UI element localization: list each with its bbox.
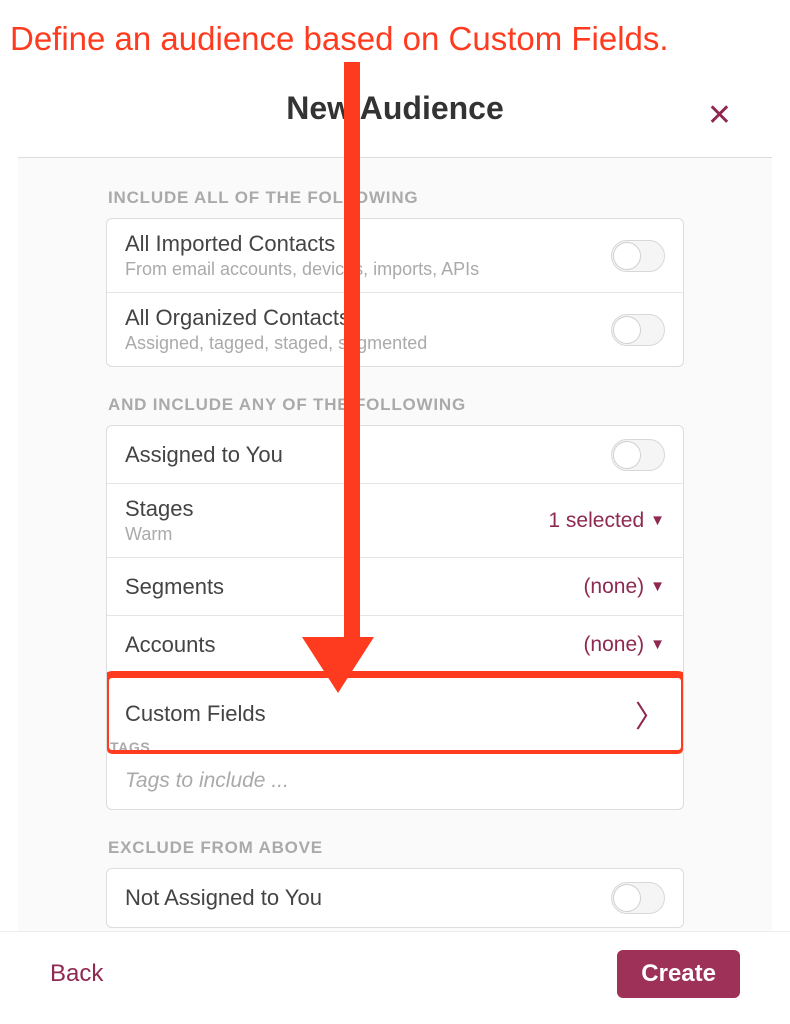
row-title: Not Assigned to You (125, 885, 611, 911)
create-button[interactable]: Create (617, 950, 740, 998)
include-all-group: All Imported Contacts From email account… (106, 218, 684, 367)
row-title: Accounts (125, 632, 583, 658)
toggle-all-imported[interactable] (611, 240, 665, 272)
row-text: Segments (125, 574, 583, 600)
section-label-include-all: Include all of the Following (106, 188, 684, 208)
dropdown-triangle-icon: ▼ (650, 512, 665, 529)
row-assigned-to-you[interactable]: Assigned to You (107, 426, 683, 484)
row-title: Assigned to You (125, 442, 611, 468)
segments-value-text: (none) (583, 575, 644, 599)
row-subtitle: From email accounts, devices, imports, A… (125, 259, 611, 280)
row-custom-fields[interactable]: Custom Fields 〉 (109, 678, 681, 750)
tags-placeholder: Tags to include ... (125, 769, 289, 792)
row-text: Assigned to You (125, 442, 611, 468)
toggle-all-organized[interactable] (611, 314, 665, 346)
dropdown-triangle-icon: ▼ (650, 636, 665, 653)
toggle-assigned[interactable] (611, 439, 665, 471)
row-accounts[interactable]: Accounts (none) ▼ (107, 616, 683, 674)
accounts-value-text: (none) (583, 633, 644, 657)
row-text: All Imported Contacts From email account… (125, 231, 611, 280)
page-title: New Audience (30, 90, 760, 127)
section-label-exclude: Exclude From Above (106, 838, 684, 858)
row-not-assigned[interactable]: Not Assigned to You (107, 869, 683, 927)
row-text: Stages Warm (125, 496, 548, 545)
row-subtitle: Assigned, tagged, staged, segmented (125, 333, 611, 354)
exclude-group: Not Assigned to You (106, 868, 684, 928)
row-title: Segments (125, 574, 583, 600)
back-button[interactable]: Back (50, 960, 103, 988)
row-segments[interactable]: Segments (none) ▼ (107, 558, 683, 616)
row-text: All Organized Contacts Assigned, tagged,… (125, 305, 611, 354)
stages-value-text: 1 selected (548, 509, 644, 533)
row-title: Stages (125, 496, 548, 522)
row-title: All Organized Contacts (125, 305, 611, 331)
row-all-imported[interactable]: All Imported Contacts From email account… (107, 219, 683, 293)
segments-value[interactable]: (none) ▼ (583, 575, 665, 599)
row-stages[interactable]: Stages Warm 1 selected ▼ (107, 484, 683, 558)
chevron-right-icon: 〉 (635, 692, 665, 736)
modal-footer: Back Create (0, 931, 790, 1024)
stages-value[interactable]: 1 selected ▼ (548, 509, 665, 533)
row-text: Custom Fields (125, 701, 635, 727)
row-title: Custom Fields (125, 701, 635, 727)
row-text: Not Assigned to You (125, 885, 611, 911)
row-subtitle: Warm (125, 524, 548, 545)
highlight-custom-fields: Custom Fields 〉 (106, 671, 684, 755)
row-all-organized[interactable]: All Organized Contacts Assigned, tagged,… (107, 293, 683, 366)
modal-content: Include all of the Following All Importe… (18, 158, 772, 948)
dropdown-triangle-icon: ▼ (650, 578, 665, 595)
tags-input[interactable]: Tags to include ... (106, 753, 684, 810)
row-title: All Imported Contacts (125, 231, 611, 257)
include-any-group: Assigned to You Stages Warm 1 selected ▼… (106, 425, 684, 755)
annotation-text: Define an audience based on Custom Field… (10, 20, 669, 58)
section-label-include-any: And include any of the following (106, 395, 684, 415)
close-icon[interactable]: ✕ (707, 98, 732, 133)
toggle-not-assigned[interactable] (611, 882, 665, 914)
row-text: Accounts (125, 632, 583, 658)
accounts-value[interactable]: (none) ▼ (583, 633, 665, 657)
